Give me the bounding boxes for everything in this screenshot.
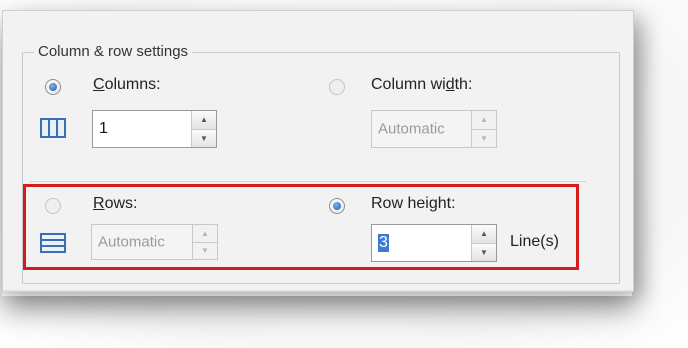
column-width-label: Column width: — [371, 76, 473, 93]
columns-icon — [40, 118, 66, 138]
spin-up-icon[interactable]: ▲ — [472, 111, 496, 129]
column-width-spinbox[interactable]: Automatic ▲ ▼ — [371, 110, 497, 148]
spin-up-icon[interactable]: ▲ — [192, 111, 216, 129]
columns-value[interactable]: 1 — [99, 120, 108, 138]
dialog-shadow-edge — [2, 290, 632, 296]
columns-spinbox[interactable]: 1 ▲ ▼ — [92, 110, 217, 148]
columns-label: Columns: — [93, 76, 161, 93]
column-width-spin-buttons[interactable]: ▲ ▼ — [471, 111, 496, 147]
spin-down-icon[interactable]: ▼ — [472, 128, 496, 147]
column-width-radio[interactable] — [329, 79, 345, 95]
group-title: Column & row settings — [34, 43, 193, 60]
column-width-value[interactable]: Automatic — [378, 121, 445, 138]
columns-spin-buttons[interactable]: ▲ ▼ — [191, 111, 216, 147]
highlight-box — [23, 184, 579, 270]
separator — [30, 181, 586, 182]
spin-down-icon[interactable]: ▼ — [192, 128, 216, 147]
columns-radio[interactable] — [45, 79, 61, 95]
